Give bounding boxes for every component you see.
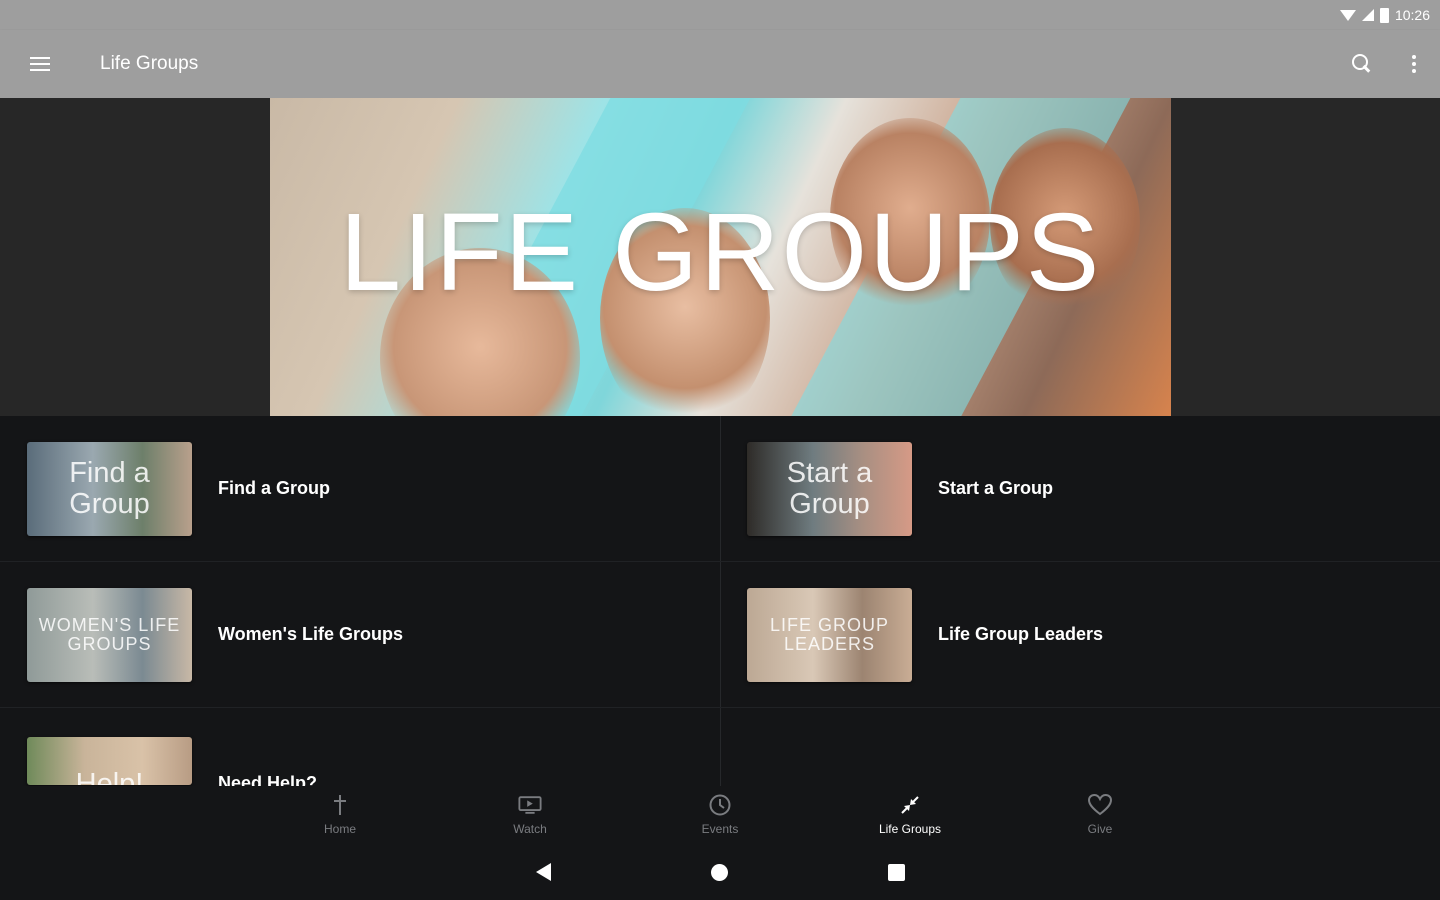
page-title: Life Groups (100, 53, 199, 74)
life-group-leaders-thumbnail: LIFE GROUP LEADERS (747, 587, 912, 682)
search-icon (1352, 54, 1372, 74)
tile-womens-life-groups[interactable]: WOMEN'S LIFE GROUPS Women's Life Groups (0, 562, 720, 708)
tile-label: Women's Life Groups (218, 624, 403, 644)
tv-icon (518, 794, 542, 816)
signal-icon (1361, 9, 1374, 21)
connect-arrows-icon (898, 794, 922, 816)
nav-life-groups[interactable]: Life Groups (815, 786, 1005, 844)
search-button[interactable] (1336, 30, 1388, 98)
home-circle-icon[interactable] (710, 863, 728, 881)
cross-icon (328, 794, 352, 816)
tile-start-a-group[interactable]: Start a Group Start a Group (720, 416, 1440, 562)
hero-banner: LIFE GROUPS (270, 98, 1171, 416)
tile-life-group-leaders[interactable]: LIFE GROUP LEADERS Life Group Leaders (720, 562, 1440, 708)
recents-square-icon[interactable] (887, 863, 905, 881)
menu-button[interactable] (0, 30, 80, 98)
clock-icon (708, 794, 732, 816)
tile-need-help[interactable]: Help! Need Help? (0, 708, 720, 786)
heart-icon (1088, 794, 1112, 816)
nav-events[interactable]: Events (625, 786, 815, 844)
back-icon[interactable] (535, 863, 551, 881)
app-bar: Life Groups (0, 30, 1440, 98)
tile-label: Find a Group (218, 478, 330, 498)
status-bar: 10:26 (0, 0, 1440, 30)
tile-label: Need Help? (218, 773, 318, 786)
more-vert-icon (1412, 55, 1416, 73)
need-help-thumbnail: Help! (27, 737, 192, 785)
nav-home[interactable]: Home (245, 786, 435, 844)
tile-find-a-group[interactable]: Find a Group Find a Group (0, 416, 720, 562)
nav-watch[interactable]: Watch (435, 786, 625, 844)
find-a-group-thumbnail: Find a Group (27, 441, 192, 536)
battery-icon (1379, 7, 1389, 23)
tile-label: Start a Group (938, 478, 1054, 498)
womens-life-groups-thumbnail: WOMEN'S LIFE GROUPS (27, 587, 192, 682)
overflow-menu-button[interactable] (1388, 30, 1440, 98)
tile-label: Life Group Leaders (938, 624, 1104, 644)
system-nav-bar (0, 844, 1440, 900)
hero-title: LIFE GROUPS (339, 191, 1102, 314)
tile-grid: Find a Group Find a Group Start a Group … (0, 416, 1440, 786)
hamburger-icon (30, 57, 50, 71)
nav-give[interactable]: Give (1005, 786, 1195, 844)
start-a-group-thumbnail: Start a Group (747, 441, 912, 536)
bottom-nav: Home Watch Events Life Groups Give (0, 786, 1440, 844)
status-time: 10:26 (1394, 7, 1430, 23)
wifi-icon (1339, 9, 1356, 21)
